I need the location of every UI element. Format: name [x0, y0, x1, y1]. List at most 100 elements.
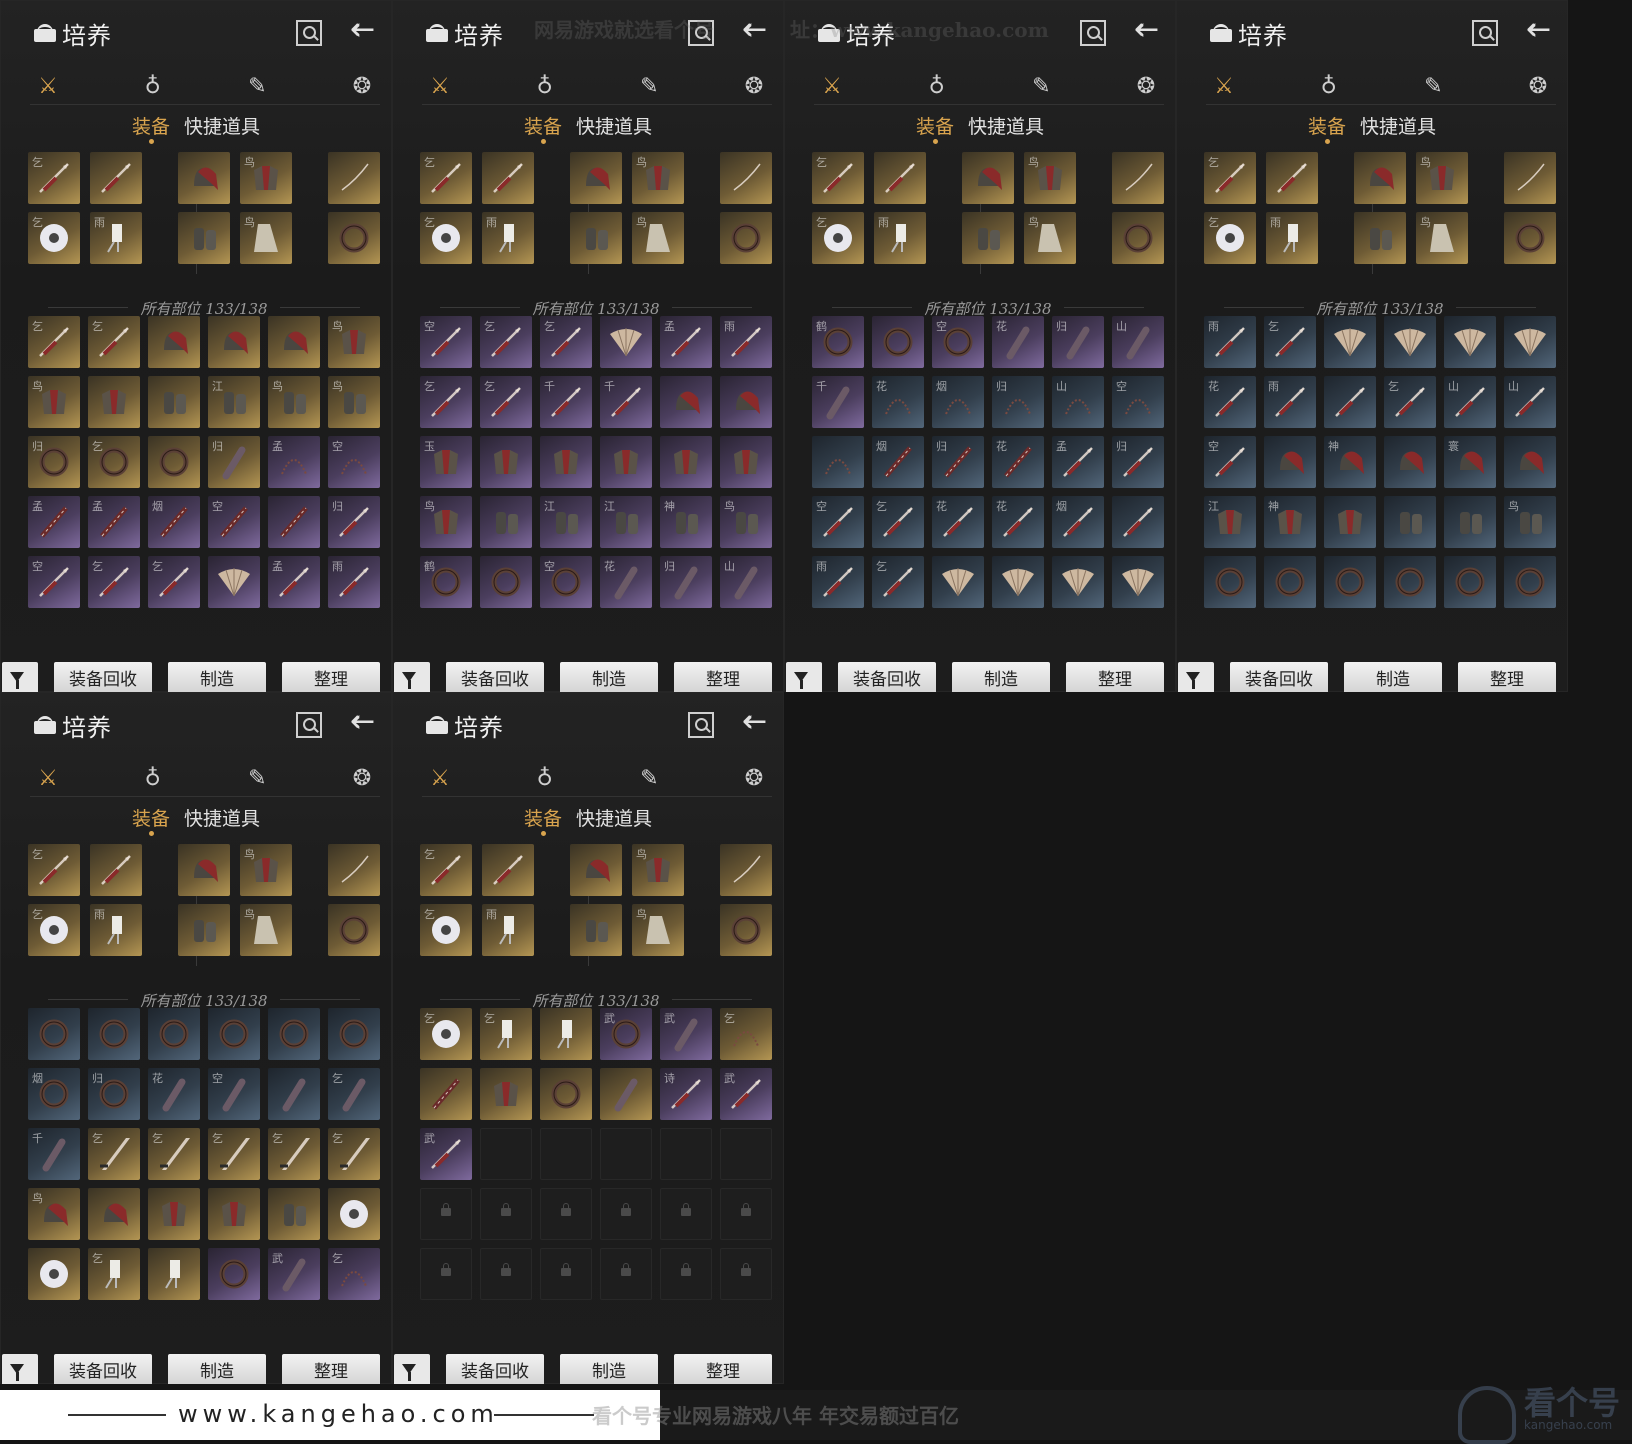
inventory-slot[interactable]	[1204, 556, 1256, 608]
inventory-slot[interactable]: 归	[328, 496, 380, 548]
filter-icon[interactable]	[2, 1354, 38, 1384]
equipped-slot[interactable]: 乞	[812, 152, 864, 204]
scroll-icon[interactable]: ✎	[1415, 68, 1451, 104]
arrange-button[interactable]: 整理	[1066, 662, 1164, 692]
equipped-slot[interactable]: 乞	[1204, 152, 1256, 204]
equipped-slot[interactable]: 雨	[90, 904, 142, 956]
equipped-slot[interactable]: 乞	[420, 844, 472, 896]
inventory-slot[interactable]	[1324, 316, 1376, 368]
inventory-slot[interactable]: 江	[208, 376, 260, 428]
equipped-slot[interactable]: 鸟	[1416, 212, 1468, 264]
inventory-slot[interactable]	[1324, 556, 1376, 608]
tab-equipment[interactable]: 装备	[132, 808, 170, 830]
tab-quick-items[interactable]: 快捷道具	[184, 116, 260, 138]
inventory-slot[interactable]	[88, 1188, 140, 1240]
equipped-slot[interactable]: 乞	[28, 904, 80, 956]
inventory-slot[interactable]: 花	[992, 496, 1044, 548]
inventory-slot[interactable]: 神	[1324, 436, 1376, 488]
equipped-slot[interactable]	[962, 152, 1014, 204]
inventory-slot[interactable]	[872, 316, 924, 368]
inventory-slot[interactable]	[540, 1128, 592, 1180]
equipped-slot[interactable]: 乞	[28, 844, 80, 896]
inventory-slot[interactable]: 乞	[480, 316, 532, 368]
equipped-slot[interactable]	[1112, 212, 1164, 264]
inventory-slot[interactable]	[208, 316, 260, 368]
inventory-slot[interactable]	[268, 316, 320, 368]
recycle-button[interactable]: 装备回收	[446, 662, 544, 692]
inventory-slot[interactable]: 花	[992, 436, 1044, 488]
tab-equipment[interactable]: 装备	[916, 116, 954, 138]
inventory-slot[interactable]	[720, 1128, 772, 1180]
scroll-icon[interactable]: ✎	[239, 68, 275, 104]
inventory-slot[interactable]: 孟	[660, 316, 712, 368]
inventory-slot[interactable]: 鸟	[28, 376, 80, 428]
inventory-slot[interactable]	[1504, 556, 1556, 608]
inventory-slot[interactable]: 乞	[88, 316, 140, 368]
skill-orb-icon[interactable]: ❂	[344, 760, 380, 796]
pouch-icon[interactable]: ♁	[527, 760, 563, 796]
inventory-slot[interactable]: 乞	[872, 496, 924, 548]
inventory-slot[interactable]: 烟	[28, 1068, 80, 1120]
pouch-icon[interactable]: ♁	[135, 760, 171, 796]
equipped-slot[interactable]	[482, 844, 534, 896]
inventory-slot[interactable]	[208, 556, 260, 608]
inventory-slot[interactable]	[1504, 436, 1556, 488]
inventory-slot[interactable]	[1112, 556, 1164, 608]
inventory-slot[interactable]	[1052, 556, 1104, 608]
recycle-button[interactable]: 装备回收	[1230, 662, 1328, 692]
inventory-slot[interactable]: 空	[812, 496, 864, 548]
equipped-slot[interactable]	[570, 152, 622, 204]
search-icon[interactable]	[688, 712, 714, 738]
inventory-slot[interactable]: 鸟	[28, 1188, 80, 1240]
equipped-slot[interactable]: 鸟	[240, 844, 292, 896]
inventory-slot[interactable]	[600, 436, 652, 488]
filter-icon[interactable]	[1178, 662, 1214, 692]
inventory-slot[interactable]: 玉	[420, 436, 472, 488]
inventory-slot[interactable]: 乞	[28, 316, 80, 368]
equipped-slot[interactable]: 鸟	[632, 152, 684, 204]
pouch-icon[interactable]: ♁	[919, 68, 955, 104]
pouch-icon[interactable]: ♁	[1311, 68, 1347, 104]
inventory-slot[interactable]: 花	[148, 1068, 200, 1120]
equipped-slot[interactable]: 乞	[1204, 212, 1256, 264]
arrange-button[interactable]: 整理	[674, 662, 772, 692]
inventory-slot[interactable]: 神	[1264, 496, 1316, 548]
inventory-slot[interactable]	[480, 436, 532, 488]
inventory-slot[interactable]	[1112, 496, 1164, 548]
inventory-slot[interactable]: 乞	[208, 1128, 260, 1180]
equipped-slot[interactable]	[570, 212, 622, 264]
equipped-slot[interactable]: 鸟	[632, 844, 684, 896]
inventory-slot[interactable]: 鸟	[720, 496, 772, 548]
inventory-slot[interactable]: 鸟	[328, 316, 380, 368]
inventory-slot[interactable]: 乞	[420, 376, 472, 428]
inventory-slot[interactable]: 乞	[872, 556, 924, 608]
inventory-slot[interactable]	[720, 1248, 772, 1300]
equipped-slot[interactable]: 雨	[482, 212, 534, 264]
inventory-slot[interactable]: 武	[660, 1008, 712, 1060]
inventory-slot[interactable]: 武	[720, 1068, 772, 1120]
inventory-slot[interactable]	[148, 1188, 200, 1240]
equipped-slot[interactable]: 鸟	[1416, 152, 1468, 204]
equipped-slot[interactable]	[90, 844, 142, 896]
recycle-button[interactable]: 装备回收	[446, 1354, 544, 1384]
arrange-button[interactable]: 整理	[674, 1354, 772, 1384]
craft-button[interactable]: 制造	[560, 662, 658, 692]
collapse-arrow-icon[interactable]: ‹‹←	[350, 10, 390, 50]
inventory-slot[interactable]	[208, 1248, 260, 1300]
inventory-slot[interactable]: 武	[268, 1248, 320, 1300]
tab-equipment[interactable]: 装备	[1308, 116, 1346, 138]
equipped-slot[interactable]	[328, 152, 380, 204]
equipped-slot[interactable]: 乞	[420, 904, 472, 956]
inventory-slot[interactable]: 鹤	[812, 316, 864, 368]
inventory-slot[interactable]	[540, 1188, 592, 1240]
inventory-slot[interactable]	[148, 376, 200, 428]
inventory-slot[interactable]	[660, 1248, 712, 1300]
inventory-slot[interactable]: 鸟	[420, 496, 472, 548]
inventory-slot[interactable]: 乞	[540, 316, 592, 368]
equipped-slot[interactable]: 乞	[28, 212, 80, 264]
inventory-slot[interactable]: 花	[1204, 376, 1256, 428]
inventory-slot[interactable]: 武	[420, 1128, 472, 1180]
skill-orb-icon[interactable]: ❂	[344, 68, 380, 104]
equipped-slot[interactable]: 乞	[420, 152, 472, 204]
inventory-slot[interactable]: 雨	[812, 556, 864, 608]
